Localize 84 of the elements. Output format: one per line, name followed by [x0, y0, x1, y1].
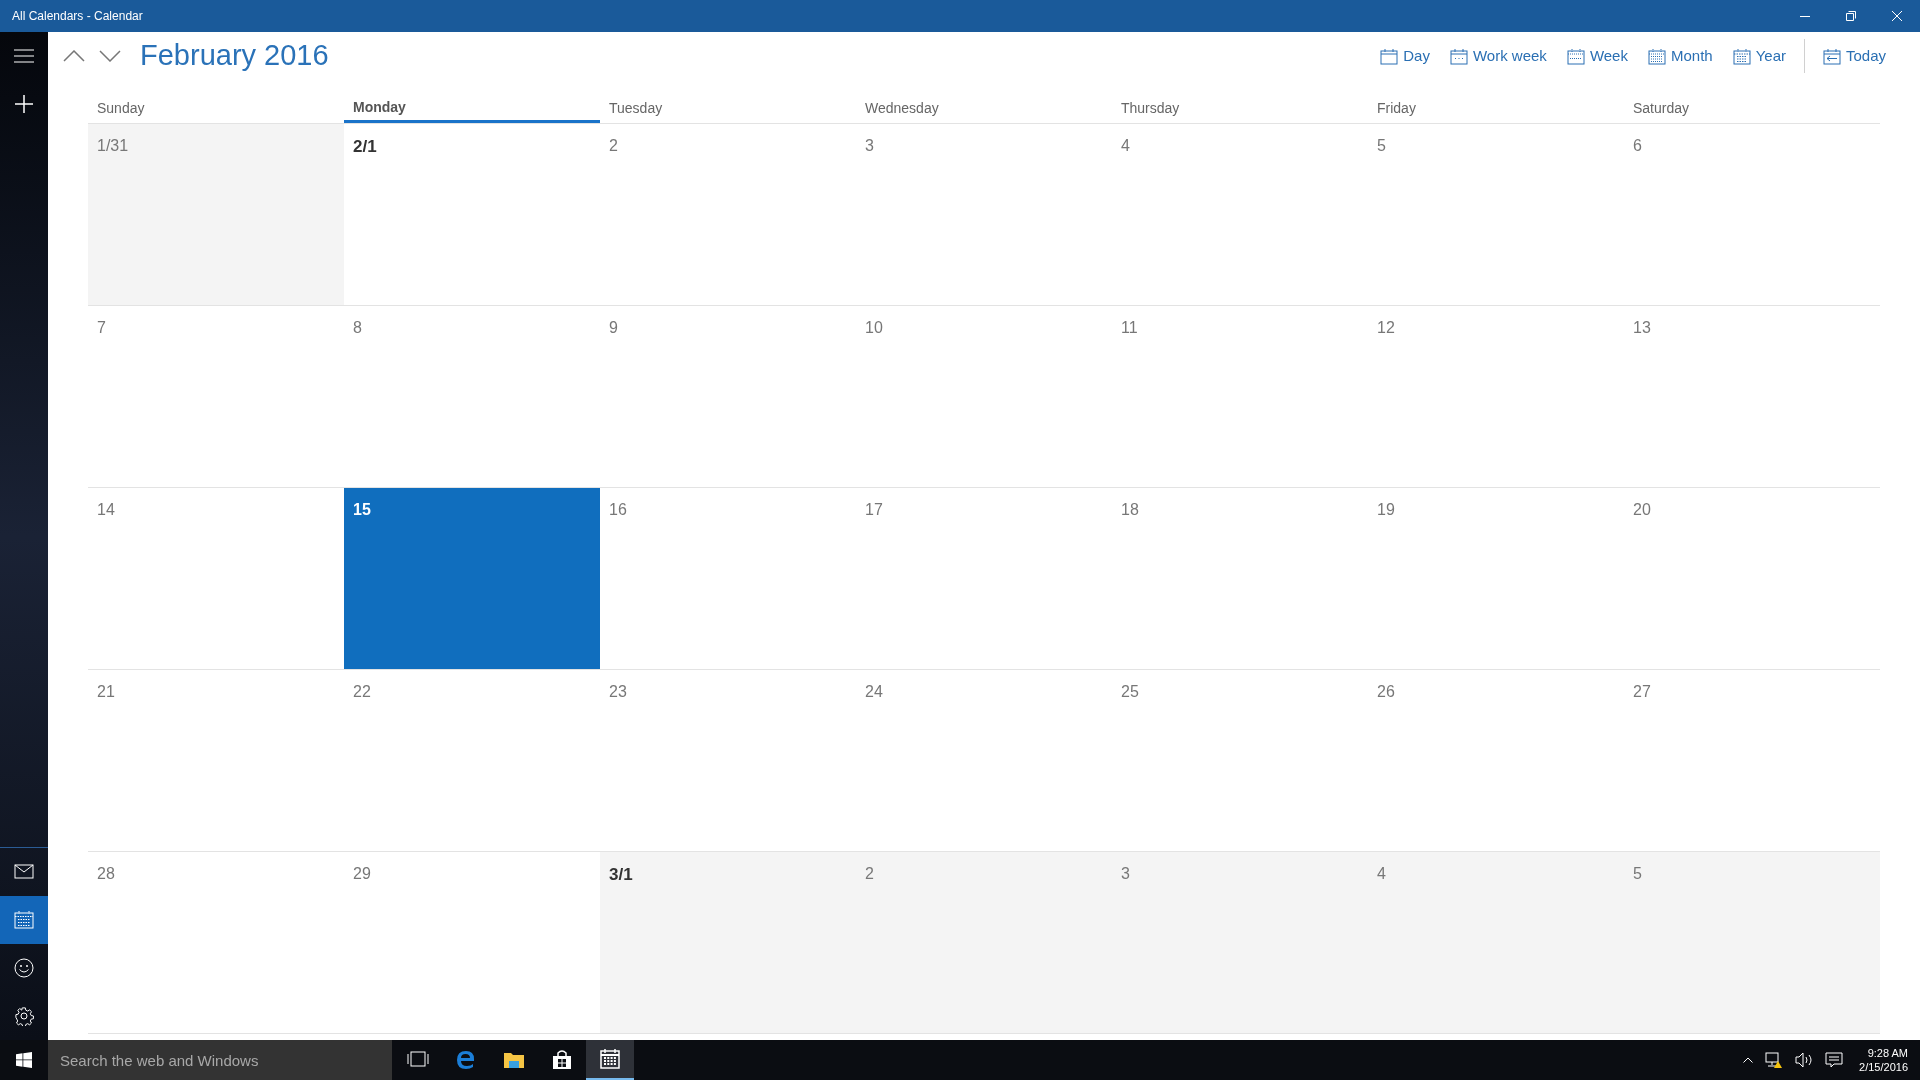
day-number: 19	[1377, 501, 1395, 518]
close-icon	[1892, 11, 1902, 21]
weekday-header: Saturday	[1632, 99, 1691, 118]
day-cell[interactable]: 2	[856, 852, 1112, 1033]
calendar-icon	[598, 1047, 622, 1071]
calendar-icon	[14, 910, 34, 930]
day-number: 5	[1377, 137, 1386, 154]
day-cell[interactable]: 3	[1112, 852, 1368, 1033]
chevron-down-icon	[99, 50, 121, 62]
chevron-up-icon	[63, 50, 85, 62]
calendar-icon	[1449, 47, 1468, 65]
view-button[interactable]: Month	[1637, 38, 1723, 74]
menu-icon	[14, 49, 34, 63]
day-number: 8	[353, 319, 362, 336]
view-button[interactable]: Work week	[1439, 38, 1557, 74]
day-number: 16	[609, 501, 627, 518]
day-number: 2	[865, 865, 874, 882]
month-title: February 2016	[140, 38, 329, 74]
day-number: 14	[97, 501, 115, 518]
day-number: 7	[97, 319, 106, 336]
minimize-icon	[1800, 15, 1810, 17]
day-number: 4	[1377, 865, 1386, 882]
day-number: 28	[97, 865, 115, 882]
taskbar-app-button[interactable]	[586, 1040, 634, 1080]
calendar-grid-icon	[1647, 47, 1666, 65]
day-cell[interactable]: 1/31	[88, 124, 344, 305]
day-number: 24	[865, 683, 883, 700]
weekday-header: Sunday	[96, 99, 146, 118]
day-number: 27	[1633, 683, 1651, 700]
day-number: 21	[97, 683, 115, 700]
day-number: 1/31	[97, 137, 129, 154]
windows-logo-icon	[16, 1052, 32, 1068]
window-title: All Calendars - Calendar	[12, 8, 143, 25]
day-number: 4	[1121, 137, 1130, 154]
day-number: 15	[353, 501, 371, 518]
network-warning-icon[interactable]	[1765, 1052, 1784, 1068]
day-number: 3/1	[609, 865, 633, 884]
day-number: 2/1	[353, 137, 377, 156]
weekday-header: Thursday	[1120, 99, 1181, 118]
day-number: 5	[1633, 865, 1642, 882]
day-cell[interactable]: 4	[1368, 852, 1624, 1033]
add-icon	[15, 95, 33, 113]
day-number: 12	[1377, 319, 1395, 336]
speaker-icon[interactable]	[1795, 1052, 1814, 1068]
day-number: 11	[1121, 319, 1138, 336]
view-button[interactable]: Today	[1812, 38, 1896, 74]
day-cell[interactable]: 3/1	[600, 852, 856, 1033]
day-number: 3	[1121, 865, 1130, 882]
day-number: 13	[1633, 319, 1651, 336]
day-number: 29	[353, 865, 371, 882]
mail-icon	[14, 862, 34, 882]
view-button[interactable]: Year	[1722, 38, 1796, 74]
calendar-grid-icon	[1732, 47, 1751, 65]
day-number: 18	[1121, 501, 1139, 518]
day-cell[interactable]: 5	[1624, 852, 1880, 1033]
day-number: 3	[865, 137, 874, 154]
clock[interactable]: 9:28 AM 2/15/2016	[1859, 1046, 1908, 1074]
day-number: 20	[1633, 501, 1651, 518]
restore-icon	[1846, 11, 1856, 21]
weekday-header: Tuesday	[608, 99, 664, 118]
weekday-header: Wednesday	[864, 99, 940, 118]
calendar-icon	[1380, 47, 1399, 65]
clock-time: 9:28 AM	[1867, 1046, 1908, 1060]
smiley-icon	[14, 958, 34, 978]
today-cell[interactable]: 15	[344, 488, 600, 669]
day-number: 2	[609, 137, 618, 154]
day-number: 10	[865, 319, 883, 336]
day-number: 9	[609, 319, 618, 336]
search-field[interactable]: Search the web and Windows	[48, 1040, 392, 1080]
message-icon[interactable]	[1825, 1052, 1844, 1068]
day-number: 6	[1633, 137, 1642, 154]
day-number: 22	[353, 683, 371, 700]
day-number: 23	[609, 683, 627, 700]
clock-date: 2/15/2016	[1859, 1060, 1908, 1074]
day-number: 17	[865, 501, 883, 518]
view-button[interactable]: Week	[1556, 38, 1638, 74]
settings-icon	[14, 1006, 34, 1026]
shopping-bag-icon	[550, 1048, 574, 1072]
calendar-icon	[1566, 47, 1585, 65]
day-number: 25	[1121, 683, 1139, 700]
chevron-up-icon[interactable]	[1743, 1057, 1754, 1063]
view-button[interactable]: Day	[1370, 38, 1440, 74]
weekday-header: Friday	[1376, 99, 1417, 118]
day-number: 26	[1377, 683, 1395, 700]
